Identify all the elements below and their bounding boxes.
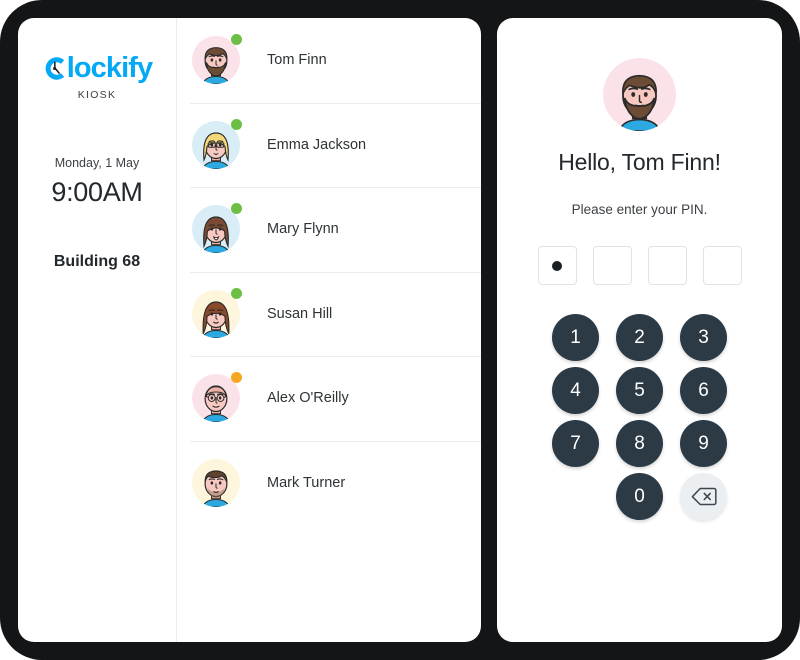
status-badge	[231, 203, 242, 215]
keypad-key-6[interactable]: 6	[680, 367, 727, 414]
avatar-wrap	[192, 458, 240, 507]
keypad-key-9[interactable]: 9	[680, 420, 727, 467]
list-item[interactable]: Susan Hill	[177, 271, 481, 357]
list-item[interactable]: Mary Flynn	[177, 187, 481, 272]
list-item[interactable]: Emma Jackson	[177, 102, 481, 188]
pin-prompt-text: Please enter your PIN.	[571, 202, 708, 217]
brand-logo: lockify KIOSK	[18, 54, 176, 101]
keypad-cell: 4	[544, 367, 608, 414]
keypad-cell: 3	[672, 314, 736, 361]
clockify-clock-icon	[42, 55, 68, 82]
list-item-label: Tom Finn	[267, 52, 327, 69]
pin-input-group[interactable]	[497, 246, 782, 285]
keypad-cell: 1	[544, 314, 608, 361]
keypad-spacer	[552, 473, 599, 520]
keypad-key-3[interactable]: 3	[680, 314, 727, 361]
keypad-key-0[interactable]: 0	[616, 473, 663, 520]
avatar	[603, 58, 676, 131]
keypad-key-7[interactable]: 7	[552, 420, 599, 467]
keypad-cell: 0	[608, 473, 672, 520]
brand-sub-label: KIOSK	[77, 89, 117, 101]
pin-entry-screen: Hello, Tom Finn! Please enter your PIN. …	[497, 18, 782, 642]
list-item[interactable]: Tom Finn	[177, 18, 481, 103]
list-item-label: Mary Flynn	[267, 221, 339, 238]
user-list: Tom Finn Emma Jackson Mary Flynn Susan H…	[177, 18, 481, 642]
keypad-cell	[672, 473, 736, 520]
keypad-key-4[interactable]: 4	[552, 367, 599, 414]
kiosk-user-list-screen: lockify KIOSK Monday, 1 May 9:00AM Build…	[18, 18, 481, 642]
keypad-cell: 6	[672, 367, 736, 414]
pin-filled-dot	[552, 260, 562, 271]
pin-keypad: 123 456 7890	[497, 314, 782, 520]
avatar-wrap	[192, 287, 242, 338]
list-item-label: Mark Turner	[267, 474, 346, 491]
keypad-cell: 8	[608, 420, 672, 467]
keypad-cell: 7	[544, 420, 608, 467]
avatar-wrap	[192, 372, 242, 423]
avatar	[192, 458, 240, 507]
logo-row: lockify	[18, 54, 176, 83]
keypad-cell: 9	[672, 420, 736, 467]
keypad-key-8[interactable]: 8	[616, 420, 663, 467]
greeting-text: Hello, Tom Finn!	[558, 149, 721, 175]
brand-logo-text: lockify	[66, 52, 153, 84]
status-badge	[231, 372, 242, 384]
device-frame: lockify KIOSK Monday, 1 May 9:00AM Build…	[0, 0, 800, 660]
pin-digit-input[interactable]	[702, 246, 742, 285]
keypad-key-1[interactable]: 1	[552, 314, 599, 361]
keypad-cell	[544, 473, 608, 520]
pin-digit-input[interactable]	[647, 246, 687, 285]
list-item[interactable]: Mark Turner	[177, 440, 481, 526]
location-name: Building 68	[53, 253, 141, 270]
info-pane: lockify KIOSK Monday, 1 May 9:00AM Build…	[18, 18, 177, 642]
status-badge	[231, 34, 242, 46]
avatar-wrap	[192, 118, 242, 169]
keypad-key-5[interactable]: 5	[616, 367, 663, 414]
keypad-key-2[interactable]: 2	[616, 314, 663, 361]
list-item-label: Emma Jackson	[267, 136, 367, 153]
datetime-block: Monday, 1 May 9:00AM	[18, 156, 176, 208]
list-item-label: Susan Hill	[267, 305, 333, 322]
location-block: Building 68	[18, 253, 176, 271]
backspace-icon[interactable]	[680, 473, 727, 520]
status-badge	[231, 287, 242, 299]
current-date: Monday, 1 May	[54, 156, 140, 170]
avatar-wrap	[192, 203, 242, 254]
list-item-label: Alex O'Reilly	[267, 390, 349, 407]
list-item[interactable]: Alex O'Reilly	[177, 356, 481, 441]
status-badge	[231, 118, 242, 130]
avatar-wrap	[192, 34, 242, 85]
pin-digit-input[interactable]	[592, 246, 632, 285]
pin-digit-input[interactable]	[537, 246, 577, 285]
keypad-cell: 5	[608, 367, 672, 414]
keypad-cell: 2	[608, 314, 672, 361]
current-time: 9:00AM	[51, 177, 143, 207]
